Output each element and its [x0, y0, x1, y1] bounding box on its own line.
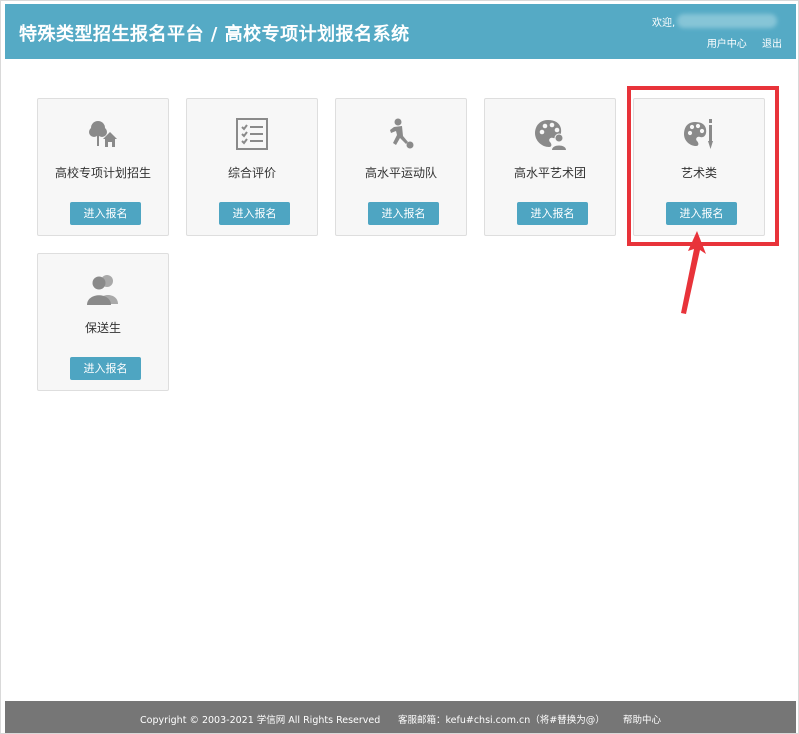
header-bar: 特殊类型招生报名平台 / 高校专项计划报名系统 欢迎, 用户中心 退出: [5, 4, 796, 59]
enroll-button-sports-team[interactable]: 进入报名: [368, 202, 439, 225]
soccer-player-icon: [384, 117, 418, 151]
welcome-text: 欢迎,: [652, 18, 676, 29]
card-comprehensive-evaluation: 综合评价 进入报名: [186, 98, 318, 236]
card-label: 高水平艺术团: [513, 166, 586, 180]
users-icon: [86, 272, 120, 306]
card-special-plan: 高校专项计划招生 进入报名: [37, 98, 169, 236]
card-art-troupe: 高水平艺术团 进入报名: [484, 98, 616, 236]
highlight-box: [627, 86, 779, 246]
blurred-username: [677, 14, 777, 28]
header-links: 用户中心 退出: [707, 35, 782, 50]
card-label: 综合评价: [227, 166, 276, 180]
card-recommended-students: 保送生 进入报名: [37, 253, 169, 391]
card-label: 高校专项计划招生: [54, 166, 151, 180]
copyright-text: Copyright © 2003-2021 学信网 All Rights Res…: [140, 715, 381, 726]
help-center-link[interactable]: 帮助中心: [623, 712, 661, 726]
enroll-button-recommended-students[interactable]: 进入报名: [70, 357, 141, 380]
logout-link[interactable]: 退出: [762, 39, 782, 50]
card-sports-team: 高水平运动队 进入报名: [335, 98, 467, 236]
page-title: 特殊类型招生报名平台 / 高校专项计划报名系统: [19, 24, 410, 45]
tree-house-icon: [86, 117, 120, 151]
footer-bar: Copyright © 2003-2021 学信网 All Rights Res…: [5, 701, 796, 733]
card-label: 保送生: [84, 321, 121, 335]
enroll-button-comprehensive-evaluation[interactable]: 进入报名: [219, 202, 290, 225]
palette-person-icon: [533, 117, 567, 151]
enroll-button-special-plan[interactable]: 进入报名: [70, 202, 141, 225]
pointer-arrow-icon: [681, 231, 706, 314]
card-label: 高水平运动队: [364, 166, 437, 180]
user-center-link[interactable]: 用户中心: [707, 39, 747, 50]
support-email-text: 客服邮箱：kefu#chsi.com.cn（将#替换为@）: [398, 715, 605, 726]
checklist-icon: [235, 117, 269, 151]
enroll-button-art-troupe[interactable]: 进入报名: [517, 202, 588, 225]
